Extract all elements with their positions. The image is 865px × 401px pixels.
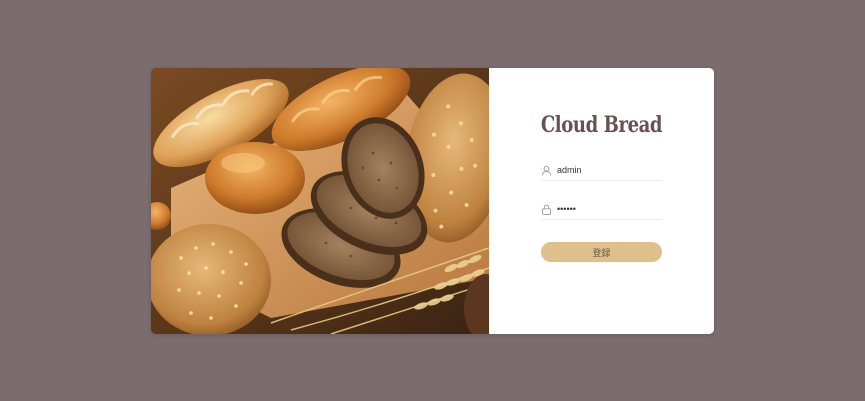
bread-photo	[151, 68, 489, 334]
password-input[interactable]	[557, 204, 657, 214]
brand-title: Cloud Bread	[540, 112, 663, 138]
bread-illustration	[151, 68, 489, 334]
login-panel: Cloud Bread 登録	[489, 68, 714, 334]
user-icon	[541, 165, 552, 176]
login-card: Cloud Bread 登録	[151, 68, 714, 334]
lock-icon	[541, 204, 552, 215]
username-input[interactable]	[557, 165, 657, 175]
login-button[interactable]: 登録	[541, 242, 662, 262]
password-field[interactable]	[541, 199, 662, 220]
username-field[interactable]	[541, 160, 662, 181]
